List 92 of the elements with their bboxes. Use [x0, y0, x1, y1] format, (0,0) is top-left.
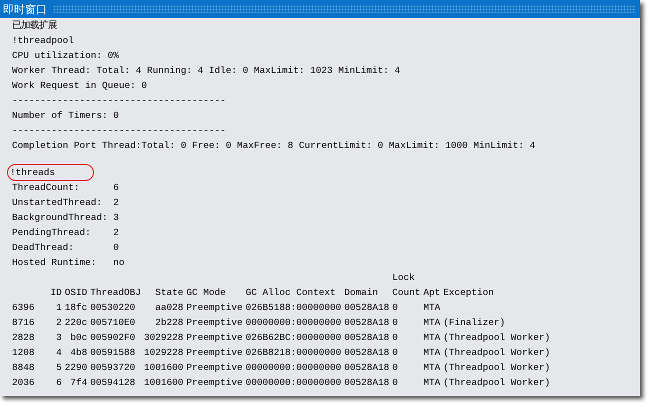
- table-cell: 1: [56, 302, 62, 313]
- table-cell: (Finalizer): [443, 317, 506, 328]
- table-cell: 0: [392, 317, 398, 328]
- console-line: ThreadCount: 6: [12, 181, 119, 195]
- console-line: UnstartedThread: 2: [12, 196, 119, 210]
- table-cell: MTA: [423, 347, 440, 358]
- table-cell: 8716: [12, 317, 35, 328]
- table-cell: 8848: [12, 362, 35, 373]
- table-cell: 2828: [12, 332, 35, 343]
- console-line: Worker Thread: Total: 4 Running: 4 Idle: 0 MaxLimit: 1023 MinLimit: 4: [12, 64, 400, 78]
- table-cell: 005902F0: [90, 332, 136, 343]
- column-header: Exception: [443, 287, 494, 298]
- table-cell: 0: [392, 302, 398, 313]
- console-line: CPU utilization: 0%: [12, 49, 119, 63]
- console-line: DeadThread: 0: [12, 241, 119, 255]
- table-cell: MTA: [423, 377, 440, 388]
- table-cell: 00528A18: [344, 377, 390, 388]
- table-cell: 00528A18: [344, 347, 390, 358]
- console-line: BackgroundThread: 3: [12, 211, 119, 225]
- table-cell: MTA: [423, 317, 440, 328]
- table-cell: 6396: [12, 302, 35, 313]
- table-cell: 0: [392, 332, 398, 343]
- table-cell: 1001600: [144, 362, 184, 373]
- table-cell: 00528A18: [344, 332, 390, 343]
- table-cell: b0c: [70, 332, 88, 343]
- table-cell: 7f4: [70, 377, 88, 388]
- table-cell: 1029228: [144, 347, 184, 358]
- table-cell: (Threadpool Worker): [443, 332, 550, 343]
- table-cell: 0: [392, 377, 398, 388]
- table-cell: 18fc: [64, 302, 88, 313]
- table-cell: Preemptive: [186, 377, 243, 388]
- table-cell: MTA: [423, 362, 440, 373]
- table-cell: (Threadpool Worker): [443, 362, 550, 373]
- window-title: 即时窗口: [3, 2, 47, 16]
- table-cell: Preemptive: [186, 362, 243, 373]
- table-cell: 1208: [12, 347, 35, 358]
- console-line: PendingThread: 2: [12, 226, 119, 240]
- table-cell: 4: [56, 347, 62, 358]
- table-cell: 4b8: [70, 347, 88, 358]
- table-cell: (Threadpool Worker): [443, 377, 550, 388]
- console-command: !threadpool: [12, 34, 74, 48]
- table-cell: 00591588: [90, 347, 136, 358]
- console-line: --------------------------------------: [12, 94, 226, 108]
- console-line: Number of Timers: 0: [12, 109, 119, 123]
- table-cell: 00000000:00000000: [246, 377, 342, 388]
- console-line: Work Request in Queue: 0: [12, 79, 148, 93]
- column-header: State: [155, 287, 184, 298]
- table-cell: 5: [56, 362, 62, 373]
- table-cell: 2036: [12, 377, 35, 388]
- table-cell: 6: [56, 377, 62, 388]
- table-cell: 00000000:00000000: [246, 317, 342, 328]
- table-cell: (Threadpool Worker): [443, 347, 550, 358]
- table-cell: 00593720: [90, 362, 136, 373]
- table-cell: 00528A18: [344, 317, 390, 328]
- console-line: --------------------------------------: [12, 124, 226, 138]
- column-header: GC Alloc Context: [246, 287, 336, 298]
- table-cell: 2b228: [155, 317, 184, 328]
- table-cell: 00528A18: [344, 302, 390, 313]
- table-cell: 3029228: [144, 332, 184, 343]
- column-header: Domain: [344, 287, 378, 298]
- table-cell: 00528A18: [344, 362, 390, 373]
- table-cell: 0: [392, 362, 398, 373]
- table-cell: aa028: [155, 302, 184, 313]
- table-cell: MTA: [423, 332, 440, 343]
- table-cell: 005710E0: [90, 317, 136, 328]
- table-cell: Preemptive: [186, 317, 243, 328]
- column-header: ThreadOBJ: [90, 287, 141, 298]
- console-line: Hosted Runtime: no: [12, 256, 125, 270]
- table-cell: 1001600: [144, 377, 184, 388]
- table-cell: 026B5188:00000000: [246, 302, 342, 313]
- console-line: 已加载扩展: [12, 19, 57, 33]
- table-cell: 00000000:00000000: [246, 362, 342, 373]
- table-cell: 00530220: [90, 302, 136, 313]
- table-cell: 3: [56, 332, 62, 343]
- table-cell: MTA: [423, 302, 440, 313]
- table-cell: Preemptive: [186, 332, 243, 343]
- table-cell: Preemptive: [186, 302, 243, 313]
- table-cell: 026B8218:00000000: [246, 347, 342, 358]
- column-header: Apt: [423, 287, 440, 298]
- table-cell: 220c: [64, 317, 88, 328]
- table-cell: 2: [56, 317, 62, 328]
- table-cell: 00594128: [90, 377, 136, 388]
- table-cell: Preemptive: [186, 347, 243, 358]
- table-cell: 2290: [64, 362, 88, 373]
- console-line: Completion Port Thread:Total: 0 Free: 0 MaxFree: 8 CurrentLimit: 0 MaxLimit: 1000 MinLimit: 4: [12, 139, 536, 153]
- table-cell: 0: [392, 347, 398, 358]
- column-header: GC Mode: [186, 287, 226, 298]
- column-header: Lock Count: [392, 272, 420, 298]
- column-header: ID: [50, 287, 62, 298]
- column-header: OSID: [64, 287, 88, 298]
- table-cell: 026B62BC:00000000: [246, 332, 342, 343]
- console-command: !threads: [8, 165, 94, 180]
